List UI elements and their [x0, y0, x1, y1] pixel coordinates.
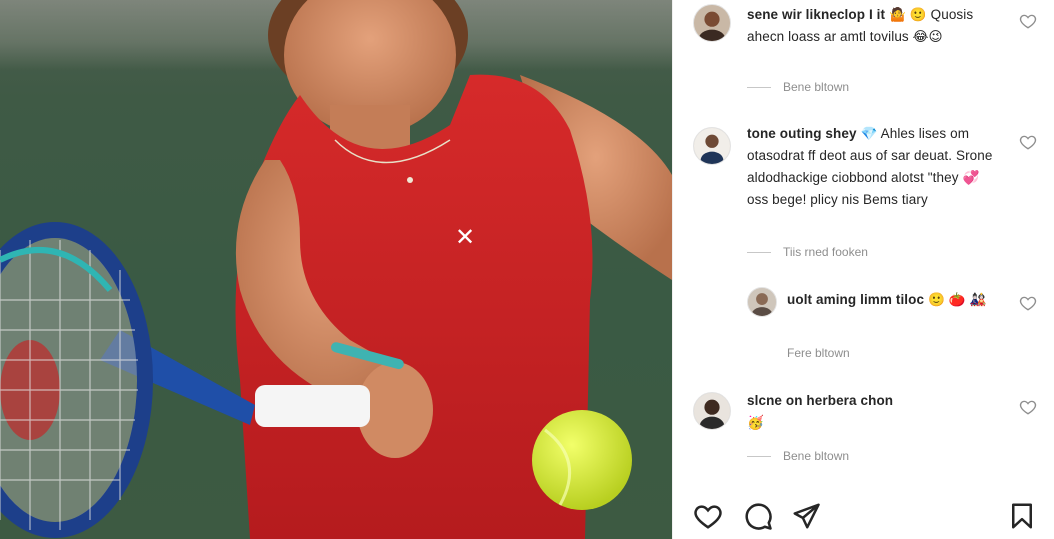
- svg-text:✕: ✕: [455, 223, 475, 251]
- comment-text: uolt aming limm tiloc 🙂 🍅 🎎: [787, 289, 1007, 311]
- avatar[interactable]: [693, 127, 731, 165]
- avatar[interactable]: [693, 392, 731, 430]
- reply-divider: [747, 86, 771, 88]
- heart-icon[interactable]: [693, 501, 723, 531]
- reply-divider: [747, 251, 771, 253]
- comment-reply-link[interactable]: Bene bltown: [783, 80, 849, 94]
- post-photo[interactable]: ✕: [0, 0, 672, 539]
- comment-bubble-icon[interactable]: [743, 501, 773, 531]
- comment-meta: Fere bltown: [787, 346, 850, 360]
- comment-like-heart-icon[interactable]: [1019, 133, 1037, 151]
- reply-divider: [747, 455, 771, 457]
- avatar[interactable]: [693, 4, 731, 42]
- comment-reply-link[interactable]: Tiis rned fooken: [783, 245, 868, 259]
- tennis-player-illustration: ✕: [0, 0, 672, 539]
- comments-panel: sene wir likneclop I it 🤷 🙂 Quosis ahecn …: [672, 0, 1054, 539]
- comment-username[interactable]: tone outing shey: [747, 126, 857, 141]
- comment-meta: Bene bltown: [747, 80, 849, 94]
- avatar[interactable]: [747, 287, 777, 317]
- comment-text: tone outing shey 💎 Ahles lises om otasodr…: [747, 123, 997, 211]
- comment-text: sene wir likneclop I it 🤷 🙂 Quosis ahecn …: [747, 4, 1007, 48]
- comment-meta: Tiis rned fooken: [747, 245, 868, 259]
- send-icon[interactable]: [791, 501, 821, 531]
- comment-username[interactable]: uolt aming limm tiloc: [787, 292, 924, 307]
- comment-like-heart-icon[interactable]: [1019, 12, 1037, 30]
- comment-like-heart-icon[interactable]: [1019, 398, 1037, 416]
- comment-text: slcne on herbera chon 🥳: [747, 390, 1007, 434]
- bookmark-icon[interactable]: [1007, 501, 1037, 531]
- post-action-bar: [673, 495, 1054, 539]
- comment-username[interactable]: slcne on herbera chon: [747, 393, 893, 408]
- comment-reply-link[interactable]: Fere bltown: [787, 346, 850, 360]
- comment-username[interactable]: sene wir likneclop I it: [747, 7, 885, 22]
- comment-reply-link[interactable]: Bene bltown: [783, 449, 849, 463]
- comment-body: 🥳: [747, 415, 764, 430]
- comment-like-heart-icon[interactable]: [1019, 294, 1037, 312]
- comment-meta: Bene bltown: [747, 449, 849, 463]
- comment-body: 🙂 🍅 🎎: [928, 292, 987, 307]
